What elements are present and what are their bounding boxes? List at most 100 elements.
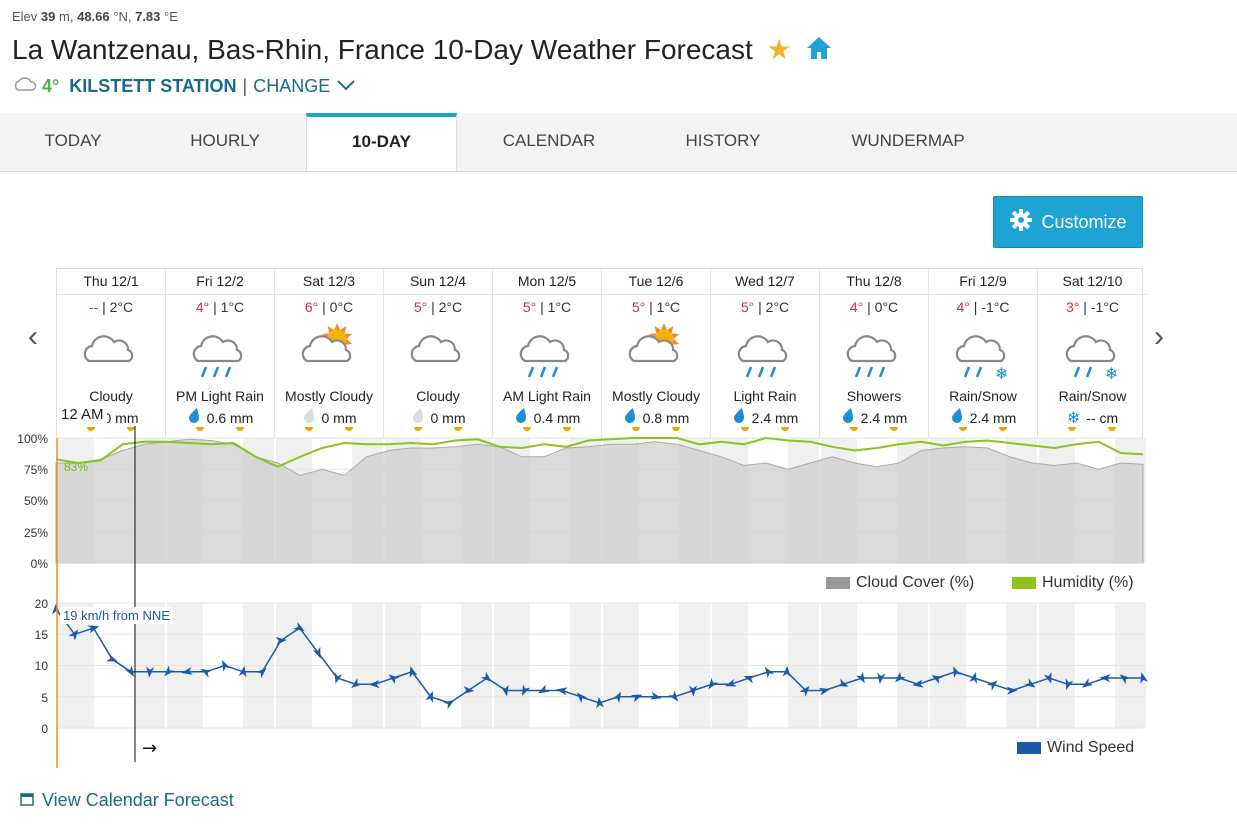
night-band	[167, 438, 203, 563]
tab-calendar[interactable]: CALENDAR	[476, 113, 622, 171]
day-card[interactable]: Sun 12/4 5° | 2°C Cloudy 0 mm	[384, 269, 493, 439]
night-band	[276, 603, 312, 728]
tab-10-day[interactable]: 10-DAY	[306, 113, 457, 171]
wind-direction-marker	[255, 667, 267, 679]
wind-tick-0: 0	[41, 722, 48, 736]
tab-hourly[interactable]: HOURLY	[152, 113, 298, 171]
wind-direction-marker	[1006, 686, 1018, 695]
night-band	[352, 603, 383, 728]
next-arrow-icon[interactable]: ›	[1154, 320, 1164, 354]
wind-tick-10: 10	[34, 659, 48, 673]
night-band	[494, 603, 530, 728]
wind-direction-marker	[764, 666, 775, 679]
temp-high: 5°	[413, 299, 428, 315]
condition-label: Rain/Snow	[1058, 388, 1127, 404]
wind-direction-marker	[238, 665, 247, 678]
rain-snow-icon: ❄	[929, 317, 1037, 385]
change-station-link[interactable]: CHANGE	[253, 76, 330, 97]
y-tick-75: 75%	[23, 463, 48, 477]
precip-icon	[841, 407, 855, 429]
legend-wind-speed[interactable]: Wind Speed	[1017, 739, 1134, 757]
temp-low: -1°C	[1090, 299, 1119, 315]
favorite-star-icon[interactable]: ★	[767, 34, 792, 65]
temp-high: 4°	[195, 299, 210, 315]
wind-direction-marker	[200, 669, 213, 678]
wind-direction-marker	[87, 625, 100, 634]
condition-label: Mostly Cloudy	[285, 388, 373, 404]
day-card[interactable]: Fri 12/2 4° | 1°C PM Light Rain 0.6 mm	[166, 269, 275, 439]
wind-direction-marker	[275, 637, 287, 646]
chevron-down-icon[interactable]	[336, 76, 356, 97]
day-card[interactable]: Fri 12/9 4° | -1°C ❄ Rain/Snow 2.4 mm	[929, 269, 1038, 439]
night-band	[243, 603, 274, 728]
tab-wundermap[interactable]: WUNDERMAP	[833, 113, 983, 171]
day-name: Fri 12/2	[166, 269, 274, 295]
day-temps: 5° | 2°C	[740, 299, 790, 315]
wind-direction-marker	[743, 675, 756, 684]
condition-label: Cloudy	[89, 388, 133, 404]
cloudy-icon	[57, 317, 165, 385]
wind-tick-5: 5	[41, 691, 48, 705]
sun-markers	[602, 427, 710, 435]
night-band	[385, 603, 421, 728]
day-temps: 5° | 1°C	[522, 299, 572, 315]
wind-direction-marker	[293, 621, 305, 632]
day-card[interactable]: Sat 12/10 3° | -1°C ❄ Rain/Snow ❄ -- cm	[1038, 269, 1147, 439]
condition-label: Light Rain	[733, 388, 797, 404]
temp-high: 3°	[1066, 299, 1080, 315]
temp-high: 6°	[304, 299, 319, 315]
prev-arrow-icon[interactable]: ‹	[28, 320, 38, 354]
day-temps: 5° | 1°C	[631, 299, 681, 315]
legend-humidity[interactable]: Humidity (%)	[1012, 574, 1134, 592]
day-card[interactable]: Mon 12/5 5° | 1°C AM Light Rain 0.4 mm	[493, 269, 602, 439]
customize-button[interactable]: Customize	[993, 196, 1143, 248]
humidity-swatch	[1012, 577, 1036, 589]
station-row: 4° KILSTETT STATION | CHANGE	[12, 76, 356, 97]
night-band	[788, 603, 819, 728]
wind-direction-marker	[1119, 674, 1131, 685]
wind-direction-marker	[221, 660, 231, 672]
wind-direction-marker	[164, 665, 175, 677]
tab-today[interactable]: TODAY	[0, 113, 146, 171]
wind-swatch	[1017, 742, 1041, 754]
calendar-forecast-link[interactable]: View Calendar Forecast	[20, 790, 234, 811]
day-temps: 3° | -1°C	[1066, 299, 1119, 315]
condition-label: Rain/Snow	[949, 388, 1017, 404]
wind-direction-marker	[443, 699, 455, 710]
condition-label: PM Light Rain	[176, 388, 264, 404]
day-card[interactable]: Wed 12/7 5° | 2°C Light Rain 2.4 mm	[711, 269, 820, 439]
elev-label: Elev	[12, 9, 38, 24]
tab-history[interactable]: HISTORY	[650, 113, 796, 171]
day-temps: 4° | 0°C	[849, 299, 899, 315]
night-band	[1006, 603, 1037, 728]
home-icon[interactable]	[805, 35, 833, 68]
night-band	[712, 438, 748, 563]
condition-label: Showers	[846, 388, 902, 404]
day-card[interactable]: Thu 12/8 4° | 0°C Showers 2.4 mm	[820, 269, 929, 439]
night-band	[385, 438, 421, 563]
y-tick-0: 0%	[30, 557, 48, 571]
wind-tick-20: 20	[34, 597, 48, 611]
wind-direction-marker	[668, 690, 679, 702]
day-temps: 4° | -1°C	[956, 299, 1010, 315]
day-name: Wed 12/7	[711, 269, 819, 295]
temp-low: 2°C	[109, 299, 134, 315]
wind-direction-marker	[630, 694, 643, 703]
night-band	[570, 603, 601, 728]
page-title: La Wantzenau, Bas-Rhin, France 10-Day We…	[12, 34, 753, 65]
day-card[interactable]: Sat 12/3 6° | 0°C Mostly Cloudy 0 mm	[275, 269, 384, 439]
wind-direction-marker	[312, 646, 321, 659]
temp-high: 5°	[631, 299, 646, 315]
night-band	[1039, 603, 1075, 728]
sun-markers	[711, 427, 819, 435]
day-card[interactable]: Tue 12/6 5° | 1°C Mostly Cloudy 0.8 mm	[602, 269, 711, 439]
lon-value: 7.83	[135, 9, 161, 24]
wind-direction-marker	[334, 672, 343, 684]
legend-cloud-cover[interactable]: Cloud Cover (%)	[826, 574, 974, 592]
cloud-swatch	[826, 577, 850, 589]
station-name[interactable]: KILSTETT STATION	[69, 76, 236, 97]
temp-low: 1°C	[220, 299, 245, 315]
calendar-link-label: View Calendar Forecast	[42, 790, 234, 810]
night-band	[1115, 603, 1146, 728]
wind-direction-marker	[538, 684, 550, 694]
